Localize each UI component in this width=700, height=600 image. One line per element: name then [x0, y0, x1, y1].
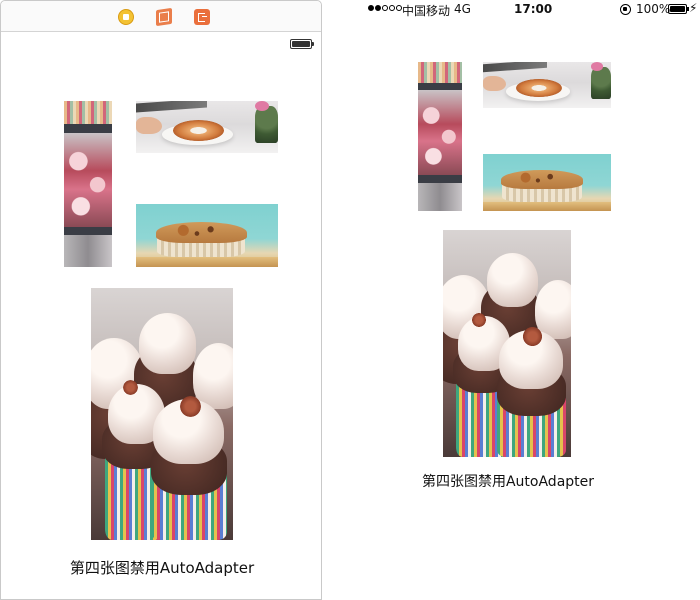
charging-bolt-icon: ⚡	[689, 1, 698, 15]
signal-dot	[382, 5, 388, 11]
scene-dock	[1, 1, 321, 32]
orientation-lock-icon	[620, 4, 631, 15]
carrier-name: 中国移动	[402, 4, 451, 18]
status-bar: 中国移动 4G 17:00 100% ⚡	[358, 0, 700, 20]
signal-strength-icon	[368, 5, 402, 11]
muffin-image	[483, 154, 611, 211]
scene-caption: 第四张图禁用AutoAdapter	[69, 559, 255, 577]
network-type: 4G	[454, 2, 471, 16]
muffin-image	[136, 204, 278, 267]
signal-dot	[375, 5, 381, 11]
exit-icon[interactable]	[194, 9, 210, 25]
status-time: 17:00	[514, 2, 553, 16]
donut-hands-image	[136, 101, 278, 153]
signal-dot	[389, 5, 395, 11]
device-caption: 第四张图禁用AutoAdapter	[421, 474, 595, 490]
cupcake-stand-image	[64, 101, 112, 267]
battery-icon	[290, 39, 314, 49]
battery-icon	[668, 4, 689, 14]
cupcakes-closeup-image	[443, 230, 571, 457]
signal-dot	[368, 5, 374, 11]
view-controller-icon[interactable]	[118, 9, 134, 25]
cupcakes-closeup-image	[91, 288, 233, 540]
first-responder-icon[interactable]	[156, 7, 172, 27]
battery-percent: 100%	[636, 2, 671, 16]
donut-hands-image	[483, 62, 611, 108]
cupcake-stand-image	[418, 62, 462, 211]
storyboard-scene[interactable]: 第四张图禁用AutoAdapter	[0, 0, 322, 600]
